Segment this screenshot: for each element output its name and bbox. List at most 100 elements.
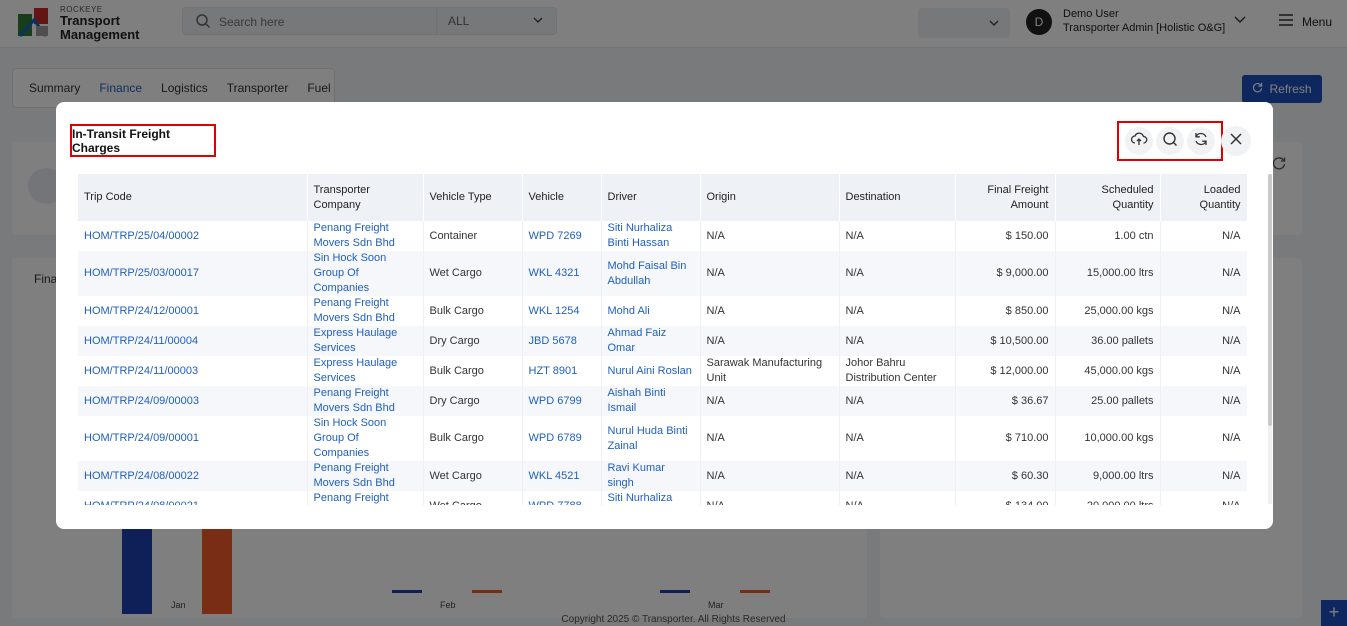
transporter-company-link[interactable]: Penang Freight Movers Sdn Bhd	[307, 386, 424, 416]
trip-code-link[interactable]: HOM/TRP/24/12/00001	[78, 296, 308, 326]
modal-toolbar	[1117, 121, 1223, 161]
destination-cell: N/A	[839, 386, 956, 416]
driver-link[interactable]: Siti Nurhaliza Binti Hassan	[601, 491, 701, 505]
vehicle-type-cell: Bulk Cargo	[423, 296, 523, 326]
vehicle-link[interactable]: WKL 4321	[522, 251, 602, 296]
driver-link[interactable]: Mohd Ali	[601, 296, 701, 326]
scheduled-quantity-cell: 25,000.00 kgs	[1055, 296, 1161, 326]
close-button[interactable]	[1221, 126, 1251, 156]
vehicle-type-cell: Bulk Cargo	[423, 416, 523, 461]
transporter-company-link[interactable]: Express Haulage Services	[307, 356, 424, 386]
table-row[interactable]: HOM/TRP/24/09/00001 Sin Hock Soon Group O…	[78, 416, 1247, 461]
loaded-quantity-cell: N/A	[1160, 326, 1247, 356]
column-header[interactable]: Origin	[700, 174, 840, 221]
column-header[interactable]: Trip Code	[78, 174, 308, 221]
driver-link[interactable]: Mohd Faisal Bin Abdullah	[601, 251, 701, 296]
vehicle-link[interactable]: WPD 7788	[522, 491, 602, 505]
table-row[interactable]: HOM/TRP/24/11/00003 Express Haulage Servi…	[78, 356, 1247, 386]
destination-cell: N/A	[839, 221, 956, 251]
transporter-company-link[interactable]: Express Haulage Services	[307, 326, 424, 356]
column-header[interactable]: Final Freight Amount	[955, 174, 1056, 221]
trip-code-link[interactable]: HOM/TRP/24/08/00021	[78, 491, 308, 505]
table-row[interactable]: HOM/TRP/24/08/00022 Penang Freight Movers…	[78, 461, 1247, 491]
transporter-company-link[interactable]: Penang Freight Movers Sdn Bhd	[307, 461, 424, 491]
table-row[interactable]: HOM/TRP/25/04/00002 Penang Freight Movers…	[78, 221, 1247, 251]
table-row[interactable]: HOM/TRP/24/12/00001 Penang Freight Movers…	[78, 296, 1247, 326]
transporter-company-link[interactable]: Penang Freight Movers Sdn Bhd	[307, 221, 424, 251]
loaded-quantity-cell: N/A	[1160, 386, 1247, 416]
download-button[interactable]	[1124, 127, 1153, 155]
table-row[interactable]: HOM/TRP/25/03/00017 Sin Hock Soon Group O…	[78, 251, 1247, 296]
origin-cell: Sarawak Manufacturing Unit	[700, 356, 840, 386]
transporter-company-link[interactable]: Sin Hock Soon Group Of Companies	[307, 251, 424, 296]
origin-cell: N/A	[700, 386, 840, 416]
vehicle-link[interactable]: WKL 1254	[522, 296, 602, 326]
table-row[interactable]: HOM/TRP/24/09/00003 Penang Freight Movers…	[78, 386, 1247, 416]
origin-cell: N/A	[700, 491, 840, 505]
freight-table: Trip Code Transporter Company Vehicle Ty…	[78, 174, 1247, 505]
vehicle-type-cell: Dry Cargo	[423, 386, 523, 416]
driver-link[interactable]: Nurul Huda Binti Zainal	[601, 416, 701, 461]
vehicle-link[interactable]: HZT 8901	[522, 356, 602, 386]
origin-cell: N/A	[700, 461, 840, 491]
transporter-company-link[interactable]: Penang Freight Movers Sdn Bhd	[307, 491, 424, 505]
scheduled-quantity-cell: 1.00 ctn	[1055, 221, 1161, 251]
scheduled-quantity-cell: 15,000.00 ltrs	[1055, 251, 1161, 296]
destination-cell: Johor Bahru Distribution Center	[839, 356, 956, 386]
search-button[interactable]	[1155, 127, 1184, 155]
column-header[interactable]: Vehicle Type	[423, 174, 523, 221]
destination-cell: N/A	[839, 251, 956, 296]
freight-amount-cell: $ 12,000.00	[955, 356, 1056, 386]
cloud-upload-icon	[1130, 130, 1148, 153]
table-scrollbar[interactable]	[1268, 174, 1272, 504]
trip-code-link[interactable]: HOM/TRP/24/08/00022	[78, 461, 308, 491]
trip-code-link[interactable]: HOM/TRP/24/09/00001	[78, 416, 308, 461]
scheduled-quantity-cell: 25.00 pallets	[1055, 386, 1161, 416]
table-row[interactable]: HOM/TRP/24/08/00021Penang Freight Movers…	[78, 491, 1247, 505]
trip-code-link[interactable]: HOM/TRP/25/04/00002	[78, 221, 308, 251]
vehicle-link[interactable]: WPD 6799	[522, 386, 602, 416]
vehicle-link[interactable]: WPD 6789	[522, 416, 602, 461]
scheduled-quantity-cell: 45,000.00 kgs	[1055, 356, 1161, 386]
vehicle-type-cell: Bulk Cargo	[423, 356, 523, 386]
column-header[interactable]: Vehicle	[522, 174, 602, 221]
refresh-icon	[1193, 131, 1209, 152]
scrollbar-thumb[interactable]	[1268, 174, 1272, 426]
vehicle-type-cell: Container	[423, 221, 523, 251]
trip-code-link[interactable]: HOM/TRP/24/11/00004	[78, 326, 308, 356]
driver-link[interactable]: Nurul Aini Roslan	[601, 356, 701, 386]
vehicle-link[interactable]: JBD 5678	[522, 326, 602, 356]
vehicle-link[interactable]: WPD 7269	[522, 221, 602, 251]
driver-link[interactable]: Ahmad Faiz Omar	[601, 326, 701, 356]
trip-code-link[interactable]: HOM/TRP/24/11/00003	[78, 356, 308, 386]
driver-link[interactable]: Siti Nurhaliza Binti Hassan	[601, 221, 701, 251]
destination-cell: N/A	[839, 461, 956, 491]
search-icon	[1162, 131, 1178, 152]
freight-amount-cell: $ 150.00	[955, 221, 1056, 251]
column-header[interactable]: Driver	[601, 174, 701, 221]
driver-link[interactable]: Aishah Binti Ismail	[601, 386, 701, 416]
reload-button[interactable]	[1187, 127, 1216, 155]
destination-cell: N/A	[839, 296, 956, 326]
destination-cell: N/A	[839, 326, 956, 356]
freight-table-container[interactable]: Trip Code Transporter Company Vehicle Ty…	[78, 174, 1247, 505]
table-header-row: Trip Code Transporter Company Vehicle Ty…	[78, 174, 1247, 221]
scheduled-quantity-cell: 20,000.00 ltrs	[1055, 491, 1161, 505]
transporter-company-link[interactable]: Penang Freight Movers Sdn Bhd	[307, 296, 424, 326]
column-header[interactable]: Transporter Company	[307, 174, 424, 221]
freight-amount-cell: $ 10,500.00	[955, 326, 1056, 356]
trip-code-link[interactable]: HOM/TRP/24/09/00003	[78, 386, 308, 416]
loaded-quantity-cell: N/A	[1160, 221, 1247, 251]
transporter-company-link[interactable]: Sin Hock Soon Group Of Companies	[307, 416, 424, 461]
loaded-quantity-cell: N/A	[1160, 416, 1247, 461]
loaded-quantity-cell: N/A	[1160, 491, 1247, 505]
column-header[interactable]: Destination	[839, 174, 956, 221]
column-header[interactable]: Scheduled Quantity	[1055, 174, 1161, 221]
driver-link[interactable]: Ravi Kumar singh	[601, 461, 701, 491]
trip-code-link[interactable]: HOM/TRP/25/03/00017	[78, 251, 308, 296]
origin-cell: N/A	[700, 416, 840, 461]
vehicle-link[interactable]: WKL 4521	[522, 461, 602, 491]
table-row[interactable]: HOM/TRP/24/11/00004 Express Haulage Servi…	[78, 326, 1247, 356]
column-header[interactable]: Loaded Quantity	[1160, 174, 1247, 221]
freight-charges-modal: In-Transit Freight Charges Trip Code Tra…	[56, 102, 1273, 529]
